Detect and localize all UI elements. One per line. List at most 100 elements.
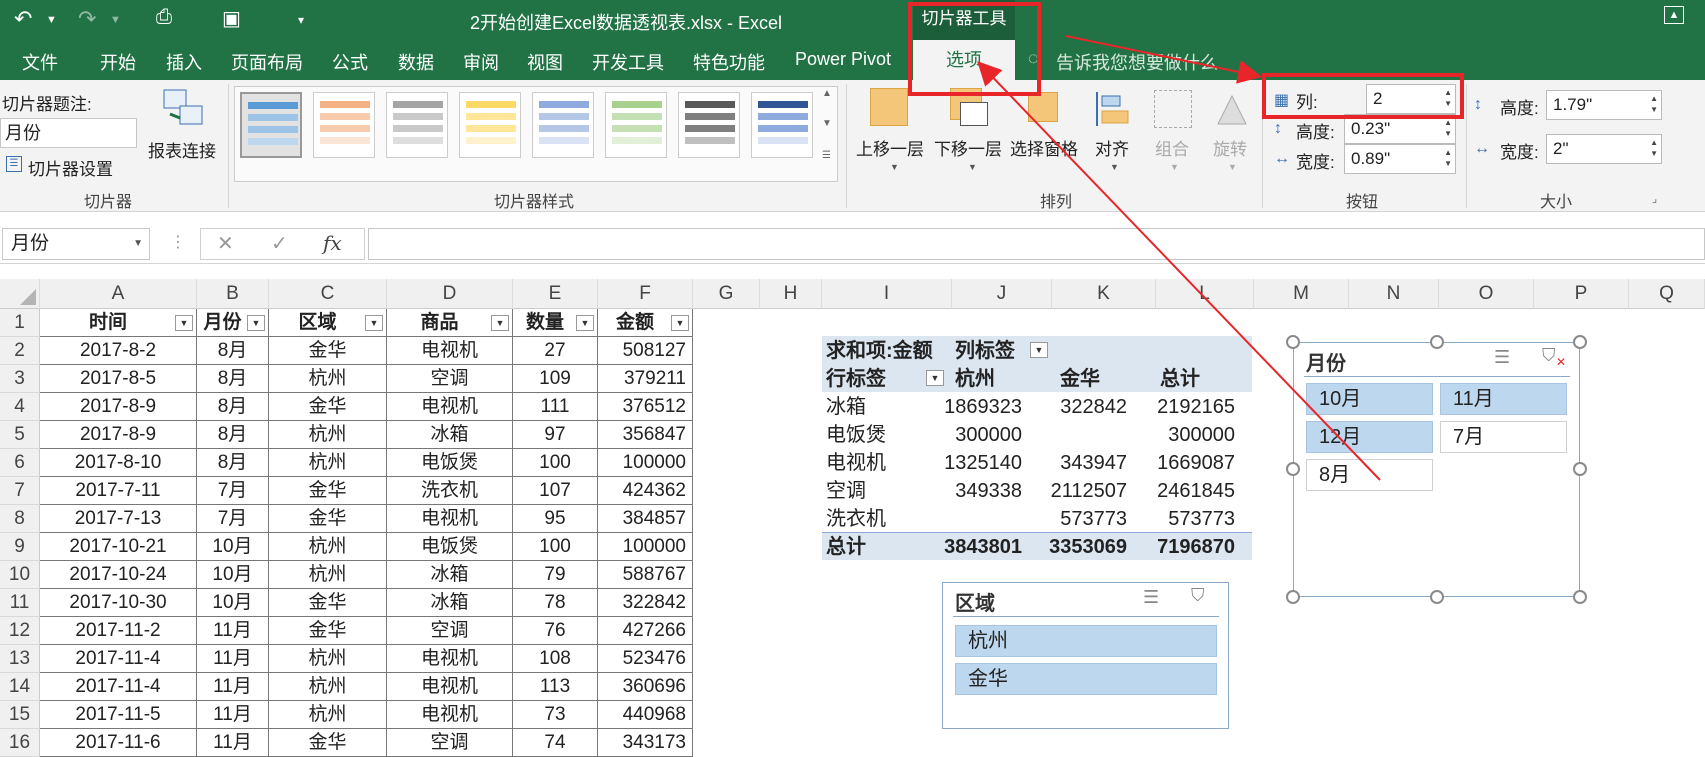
gallery-up-icon[interactable]: ▲ xyxy=(822,88,832,99)
table-cell[interactable]: 电视机 xyxy=(387,645,513,673)
enter-icon[interactable]: ✓ xyxy=(271,231,288,256)
table-cell[interactable]: 100000 xyxy=(598,449,693,477)
table-cell[interactable]: 10月 xyxy=(197,561,269,589)
table-cell[interactable]: 电视机 xyxy=(387,673,513,701)
table-cell[interactable]: 电饭煲 xyxy=(387,533,513,561)
table-cell[interactable]: 2017-8-2 xyxy=(40,337,197,365)
bring-forward-dropdown-icon[interactable]: ▼ xyxy=(890,162,899,172)
table-cell[interactable]: 322842 xyxy=(598,589,693,617)
resize-handle[interactable] xyxy=(1286,335,1300,349)
table-cell[interactable]: 2017-10-30 xyxy=(40,589,197,617)
table-cell[interactable]: 金华 xyxy=(269,617,387,645)
table-cell[interactable]: 8月 xyxy=(197,393,269,421)
row-header[interactable]: 5 xyxy=(0,421,40,449)
table-cell[interactable]: 508127 xyxy=(598,337,693,365)
save-icon[interactable]: ▣ xyxy=(222,6,241,31)
slicer-caption-input[interactable]: 月份 xyxy=(0,118,137,148)
tab-formulas[interactable]: 公式 xyxy=(332,49,368,75)
region-slicer[interactable]: 区域 ☰ ⛉ 杭州 金华 xyxy=(942,582,1229,729)
column-header[interactable]: L xyxy=(1156,279,1254,309)
table-cell[interactable]: 8月 xyxy=(197,365,269,393)
table-cell[interactable]: 424362 xyxy=(598,477,693,505)
table-cell[interactable]: 95 xyxy=(513,505,598,533)
filter-dropdown-icon[interactable]: ▼ xyxy=(365,315,383,331)
row-header[interactable]: 3 xyxy=(0,365,40,393)
column-header[interactable]: F xyxy=(598,279,693,309)
slicer-item-jinhua[interactable]: 金华 xyxy=(955,663,1217,695)
table-cell[interactable]: 78 xyxy=(513,589,598,617)
table-cell[interactable]: 10月 xyxy=(197,589,269,617)
align-dropdown-icon[interactable]: ▼ xyxy=(1110,162,1119,172)
row-header[interactable]: 13 xyxy=(0,645,40,673)
table-cell[interactable]: 440968 xyxy=(598,701,693,729)
group-button[interactable]: 组合 xyxy=(1155,135,1189,160)
filter-dropdown-icon[interactable]: ▼ xyxy=(247,315,265,331)
select-all-corner[interactable] xyxy=(0,279,40,309)
header-cell[interactable]: 金额 ▼ xyxy=(598,309,693,337)
table-cell[interactable]: 11月 xyxy=(197,617,269,645)
rotate-button[interactable]: 旋转 xyxy=(1213,135,1247,160)
formula-input[interactable] xyxy=(368,228,1705,260)
tab-file[interactable]: 文件 xyxy=(22,49,58,75)
table-cell[interactable]: 108 xyxy=(513,645,598,673)
table-cell[interactable]: 523476 xyxy=(598,645,693,673)
table-cell[interactable]: 356847 xyxy=(598,421,693,449)
name-box-dropdown-icon[interactable]: ▼ xyxy=(133,229,143,259)
table-cell[interactable]: 杭州 xyxy=(269,645,387,673)
send-backward-button[interactable]: 下移一层 xyxy=(934,135,1002,160)
column-header[interactable]: D xyxy=(387,279,513,309)
row-header[interactable]: 8 xyxy=(0,505,40,533)
spinner-arrows-icon[interactable]: ▲ ▼ xyxy=(1650,137,1658,159)
resize-handle[interactable] xyxy=(1573,335,1587,349)
table-cell[interactable]: 76 xyxy=(513,617,598,645)
header-cell[interactable]: 区域 ▼ xyxy=(269,309,387,337)
table-cell[interactable]: 电视机 xyxy=(387,505,513,533)
table-cell[interactable]: 金华 xyxy=(269,393,387,421)
bring-forward-button[interactable]: 上移一层 xyxy=(856,135,924,160)
row-header[interactable]: 11 xyxy=(0,589,40,617)
table-cell[interactable]: 电视机 xyxy=(387,701,513,729)
slicer-item-hangzhou[interactable]: 杭州 xyxy=(955,625,1217,657)
table-cell[interactable]: 电视机 xyxy=(387,393,513,421)
resize-handle[interactable] xyxy=(1430,335,1444,349)
table-cell[interactable]: 384857 xyxy=(598,505,693,533)
table-cell[interactable]: 杭州 xyxy=(269,365,387,393)
table-cell[interactable]: 74 xyxy=(513,729,598,757)
insert-function-icon[interactable]: fx xyxy=(323,231,342,255)
table-cell[interactable]: 7月 xyxy=(197,505,269,533)
table-cell[interactable]: 金华 xyxy=(269,505,387,533)
clear-filter-icon[interactable]: ⛉ xyxy=(1542,345,1556,366)
table-cell[interactable]: 11月 xyxy=(197,701,269,729)
send-backward-dropdown-icon[interactable]: ▼ xyxy=(968,162,977,172)
table-cell[interactable]: 金华 xyxy=(269,729,387,757)
multi-select-icon[interactable]: ☰ xyxy=(1494,347,1510,368)
cancel-icon[interactable]: ✕ xyxy=(217,231,234,256)
tab-page-layout[interactable]: 页面布局 xyxy=(231,49,303,75)
filter-dropdown-icon[interactable]: ▼ xyxy=(491,315,509,331)
row-header[interactable]: 14 xyxy=(0,673,40,701)
table-cell[interactable]: 10月 xyxy=(197,533,269,561)
column-header[interactable]: J xyxy=(952,279,1052,309)
table-cell[interactable]: 杭州 xyxy=(269,701,387,729)
table-cell[interactable]: 7月 xyxy=(197,477,269,505)
style-swatch-lightblue[interactable] xyxy=(532,92,594,158)
table-cell[interactable]: 8月 xyxy=(197,421,269,449)
table-cell[interactable]: 100 xyxy=(513,449,598,477)
table-cell[interactable]: 冰箱 xyxy=(387,421,513,449)
table-cell[interactable]: 8月 xyxy=(197,449,269,477)
table-cell[interactable]: 73 xyxy=(513,701,598,729)
column-header[interactable]: B xyxy=(197,279,269,309)
column-header[interactable]: K xyxy=(1052,279,1156,309)
column-header[interactable]: C xyxy=(269,279,387,309)
table-cell[interactable]: 2017-11-2 xyxy=(40,617,197,645)
row-header[interactable]: 12 xyxy=(0,617,40,645)
style-swatch-yellow[interactable] xyxy=(459,92,521,158)
table-cell[interactable]: 空调 xyxy=(387,365,513,393)
column-header[interactable]: E xyxy=(513,279,598,309)
row-header[interactable]: 10 xyxy=(0,561,40,589)
report-connections-button[interactable]: 报表连接 xyxy=(148,137,216,162)
slicer-item-jul[interactable]: 7月 xyxy=(1440,421,1567,453)
table-cell[interactable]: 杭州 xyxy=(269,561,387,589)
table-cell[interactable]: 电饭煲 xyxy=(387,449,513,477)
spinner-arrows-icon[interactable]: ▲ ▼ xyxy=(1444,117,1452,139)
